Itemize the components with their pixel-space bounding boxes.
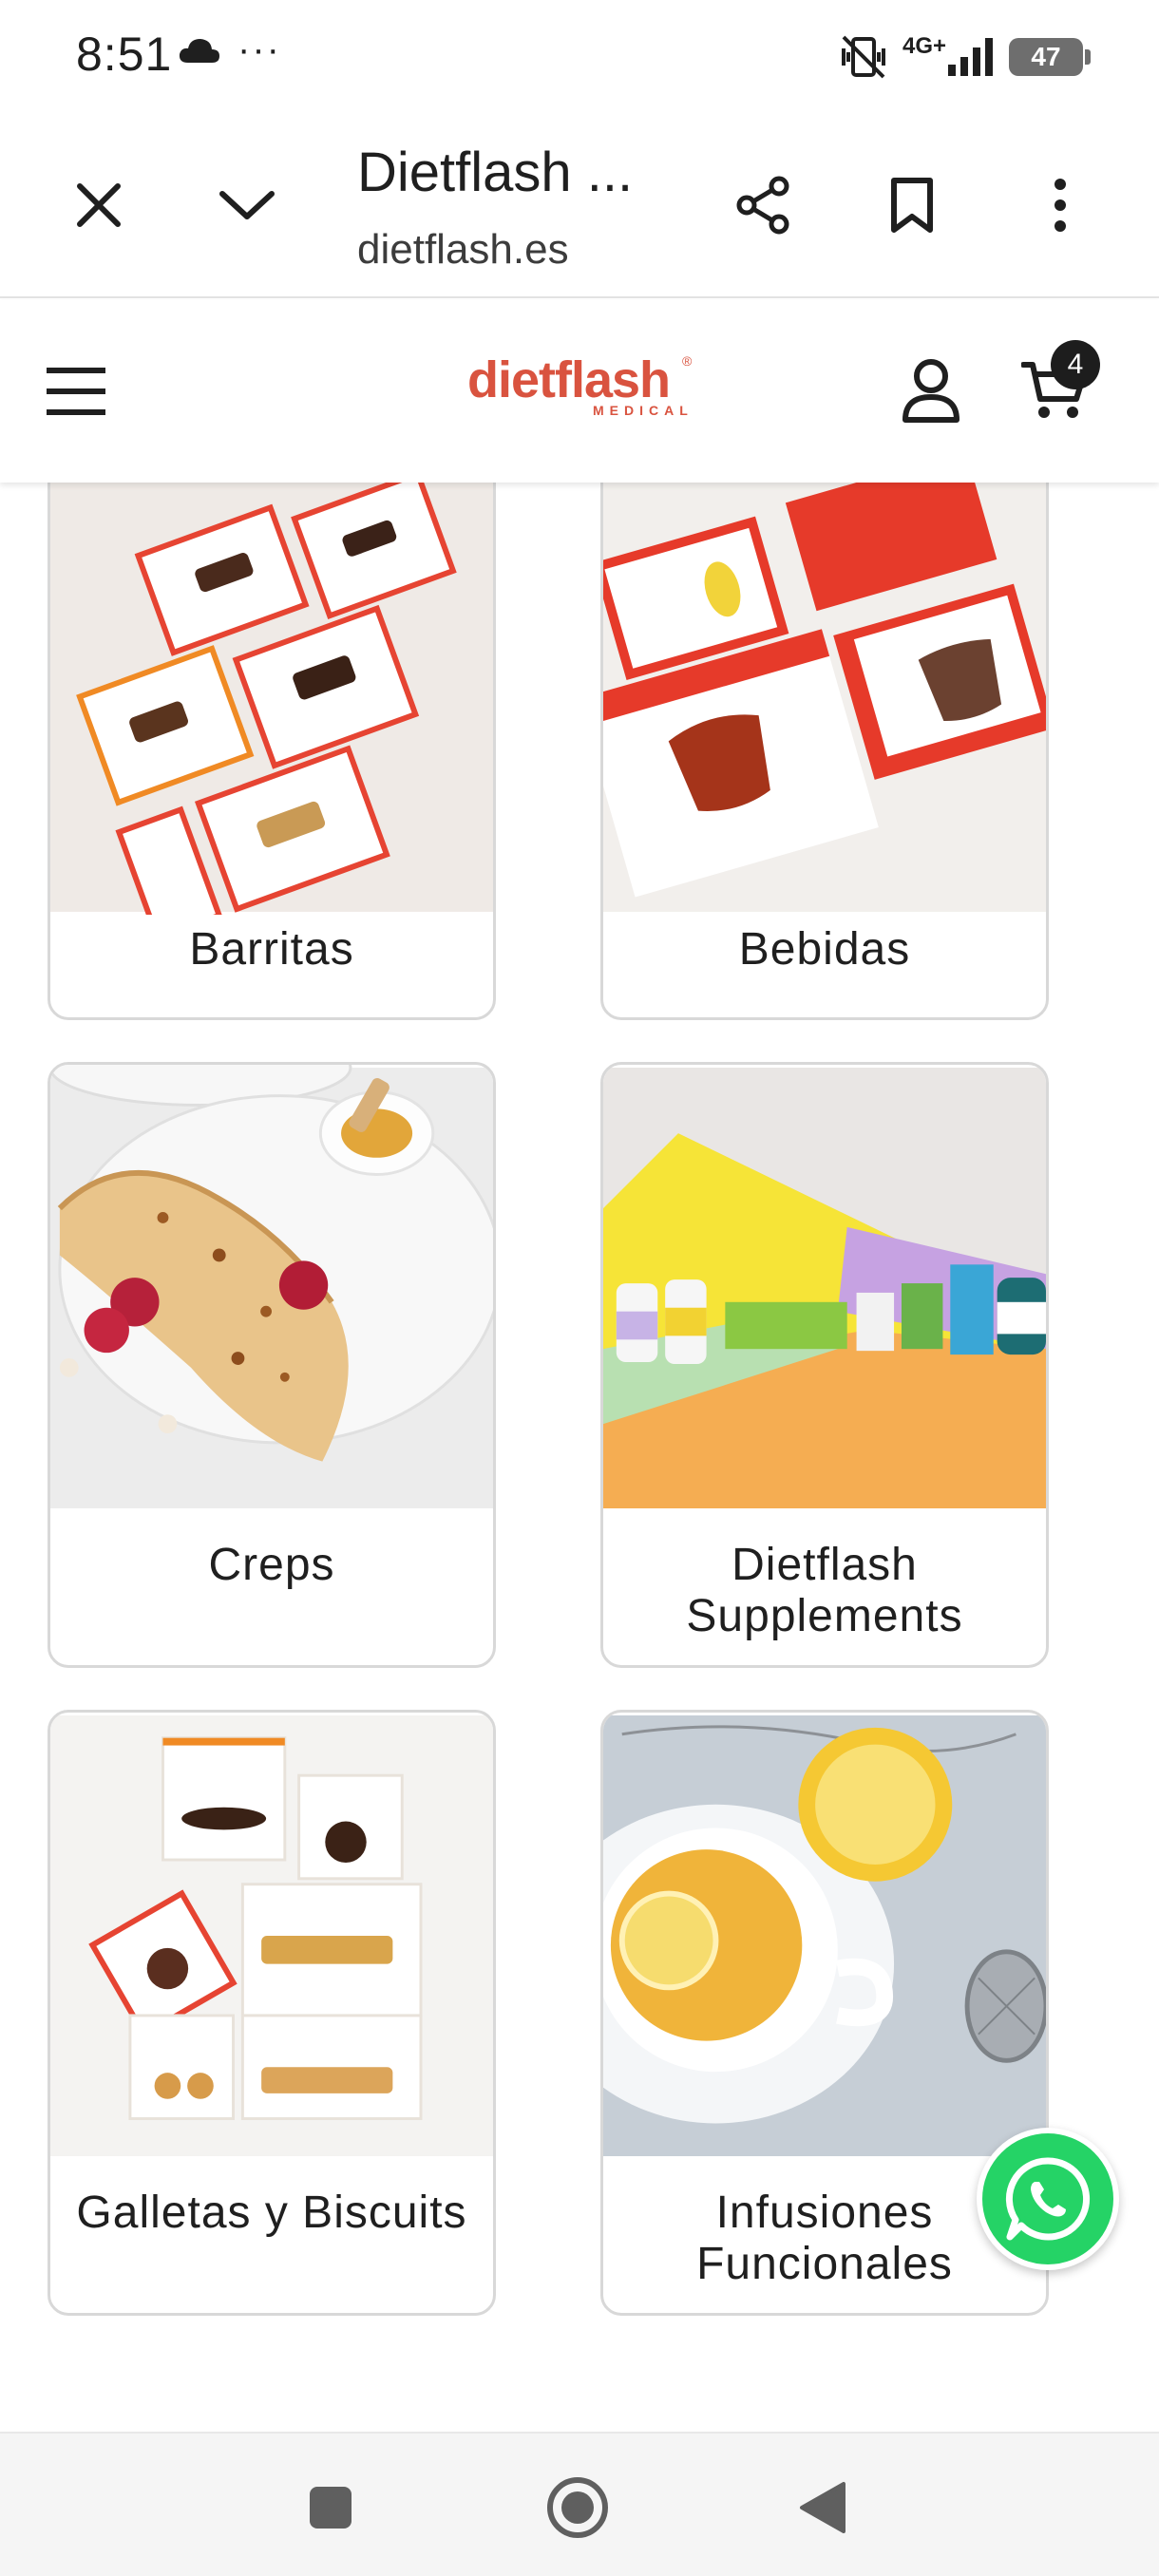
close-tab-button[interactable] <box>51 158 146 253</box>
share-icon <box>736 176 789 235</box>
close-icon <box>77 183 121 227</box>
user-icon <box>902 359 960 423</box>
account-button[interactable] <box>893 348 969 433</box>
menu-button[interactable] <box>38 353 114 429</box>
category-label: Galletas y Biscuits <box>76 2188 467 2238</box>
minimize-tab-button[interactable] <box>200 158 294 253</box>
site-header: dietflash ® MEDICAL <box>0 300 1159 483</box>
share-button[interactable] <box>716 158 811 253</box>
more-options-button[interactable] <box>1013 158 1108 253</box>
cart-count-badge: 4 <box>1051 340 1100 389</box>
status-time: 8:51 <box>76 28 173 81</box>
supplement-bottles-image <box>603 1067 1046 1509</box>
logo-subtext: MEDICAL <box>593 403 694 418</box>
home-circle-icon <box>547 2477 608 2538</box>
battery-level: 47 <box>1031 42 1061 71</box>
cookie-boxes-image <box>50 1714 493 2157</box>
category-card-bebidas[interactable]: Bebidas <box>600 456 1049 1020</box>
battery-icon: 47 <box>1009 38 1091 76</box>
category-card-galletas-y-biscuits[interactable]: Galletas y Biscuits <box>48 1710 496 2316</box>
category-label: Bebidas <box>738 924 911 975</box>
tea-cup-lemon-image <box>603 1714 1046 2157</box>
network-type: 4G+ <box>902 33 946 59</box>
category-card-barritas[interactable]: Barritas <box>48 456 496 1020</box>
logo-registered-mark: ® <box>682 353 693 369</box>
page-url[interactable]: dietflash.es <box>357 226 569 274</box>
status-bar: 8:51 ··· 4G+ 47 <box>0 0 1159 112</box>
back-triangle-icon <box>800 2482 846 2533</box>
protein-bar-boxes-image <box>50 462 493 915</box>
cloud-icon <box>179 39 219 63</box>
category-label: Barritas <box>189 924 354 975</box>
square-icon <box>310 2487 352 2529</box>
system-navigation-bar <box>0 2432 1159 2576</box>
hamburger-icon <box>47 368 105 415</box>
whatsapp-chat-button[interactable] <box>977 2128 1119 2270</box>
browser-toolbar: Dietflash ... dietflash.es <box>0 112 1159 298</box>
recents-button[interactable] <box>294 2472 367 2544</box>
chevron-down-icon <box>219 191 275 219</box>
dietflash-logo[interactable]: dietflash ® MEDICAL <box>467 353 695 429</box>
status-indicators: 4G+ 47 <box>838 28 1091 85</box>
home-button[interactable] <box>538 2468 618 2548</box>
category-label: Creps <box>208 1540 335 1590</box>
vibrate-off-icon <box>841 35 885 79</box>
status-more-dots: ··· <box>238 28 281 70</box>
category-label: Dietflash Supplements <box>686 1540 963 1641</box>
more-vertical-icon <box>1054 179 1066 232</box>
crepe-plate-image <box>50 1065 493 1509</box>
whatsapp-icon <box>1005 2157 1091 2241</box>
bookmark-button[interactable] <box>864 158 960 253</box>
page-title[interactable]: Dietflash ... <box>357 141 633 204</box>
signal-icon <box>948 38 993 76</box>
category-card-creps[interactable]: Creps <box>48 1062 496 1668</box>
bookmark-icon <box>891 178 933 233</box>
logo-text: dietflash <box>467 351 671 408</box>
drink-boxes-image <box>603 459 1046 912</box>
back-button[interactable] <box>783 2468 863 2548</box>
category-card-dietflash-supplements[interactable]: Dietflash Supplements <box>600 1062 1049 1668</box>
